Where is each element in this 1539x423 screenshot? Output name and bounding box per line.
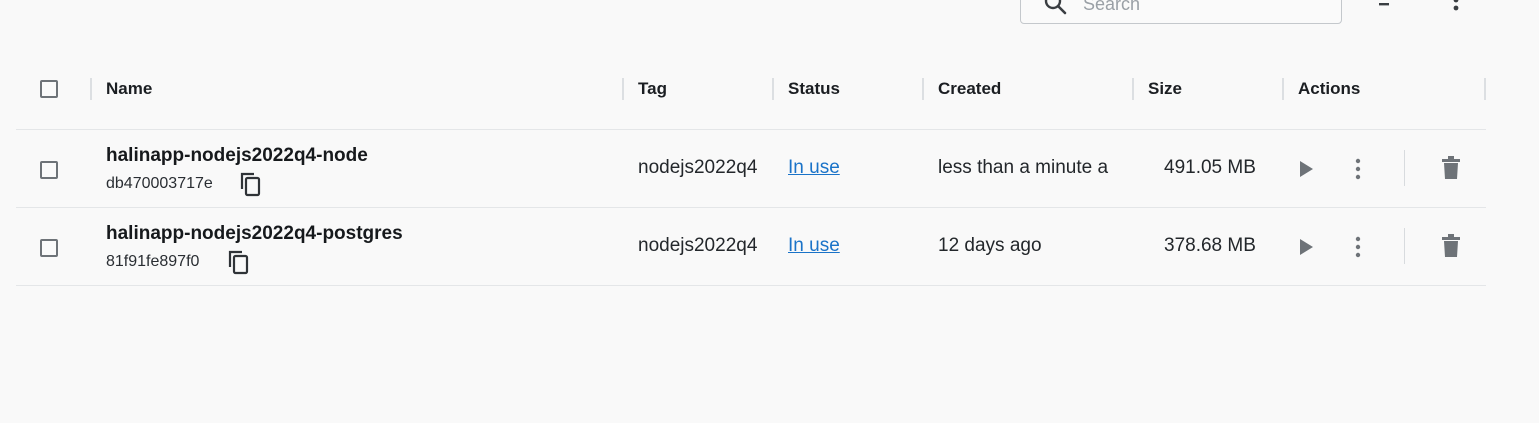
column-divider	[1132, 78, 1134, 100]
more-vert-icon[interactable]	[1446, 0, 1466, 14]
container-size: 491.05 MB	[1164, 157, 1256, 178]
container-created: 12 days ago	[938, 235, 1042, 256]
trash-icon[interactable]	[1440, 233, 1462, 259]
column-header-status[interactable]: Status	[788, 79, 840, 99]
play-icon[interactable]	[1296, 236, 1316, 258]
column-header-tag[interactable]: Tag	[638, 79, 667, 99]
table-row[interactable]: halinapp-nodejs2022q4-postgres 81f91fe89…	[16, 208, 1486, 286]
row-checkbox[interactable]	[40, 239, 58, 257]
more-vert-icon[interactable]	[1348, 156, 1368, 182]
trash-icon[interactable]	[1440, 155, 1462, 181]
column-divider	[622, 78, 624, 100]
column-header-actions: Actions	[1298, 79, 1361, 98]
more-vert-icon[interactable]	[1348, 234, 1368, 260]
column-header-size[interactable]: Size	[1148, 79, 1182, 99]
container-size: 378.68 MB	[1164, 235, 1256, 256]
table-header: Name Tag Status Created Size Actions	[16, 50, 1486, 130]
search-placeholder: Search	[1083, 0, 1141, 14]
play-icon[interactable]	[1296, 158, 1316, 180]
container-tag: nodejs2022q4	[638, 235, 758, 256]
actions-divider	[1404, 150, 1405, 186]
actions-divider	[1404, 228, 1405, 264]
container-id: 81f91fe897f0	[106, 253, 200, 270]
status-link[interactable]: In use	[788, 157, 840, 179]
filter-icon[interactable]	[1372, 0, 1396, 12]
copy-icon[interactable]	[226, 249, 252, 275]
container-name[interactable]: halinapp-nodejs2022q4-postgres	[106, 223, 403, 245]
column-divider	[922, 78, 924, 100]
column-divider	[90, 78, 92, 100]
container-name[interactable]: halinapp-nodejs2022q4-node	[106, 145, 368, 167]
row-checkbox[interactable]	[40, 161, 58, 179]
search-input[interactable]: Search	[1020, 0, 1342, 24]
search-icon	[1044, 0, 1067, 15]
column-divider	[772, 78, 774, 100]
column-header-created[interactable]: Created	[938, 79, 1001, 99]
containers-page: Search Name Tag Status Created Size Acti…	[0, 0, 1539, 423]
column-divider	[1484, 78, 1486, 100]
select-all-checkbox[interactable]	[40, 80, 58, 98]
column-header-name[interactable]: Name	[106, 79, 152, 99]
container-tag: nodejs2022q4	[638, 157, 758, 178]
containers-table: Name Tag Status Created Size Actions hal…	[16, 50, 1486, 286]
container-id: db470003717e	[106, 175, 213, 192]
copy-icon[interactable]	[238, 171, 264, 197]
column-divider	[1282, 78, 1284, 100]
container-created: less than a minute a	[938, 157, 1109, 178]
status-link[interactable]: In use	[788, 235, 840, 257]
table-row[interactable]: halinapp-nodejs2022q4-node db470003717e …	[16, 130, 1486, 208]
